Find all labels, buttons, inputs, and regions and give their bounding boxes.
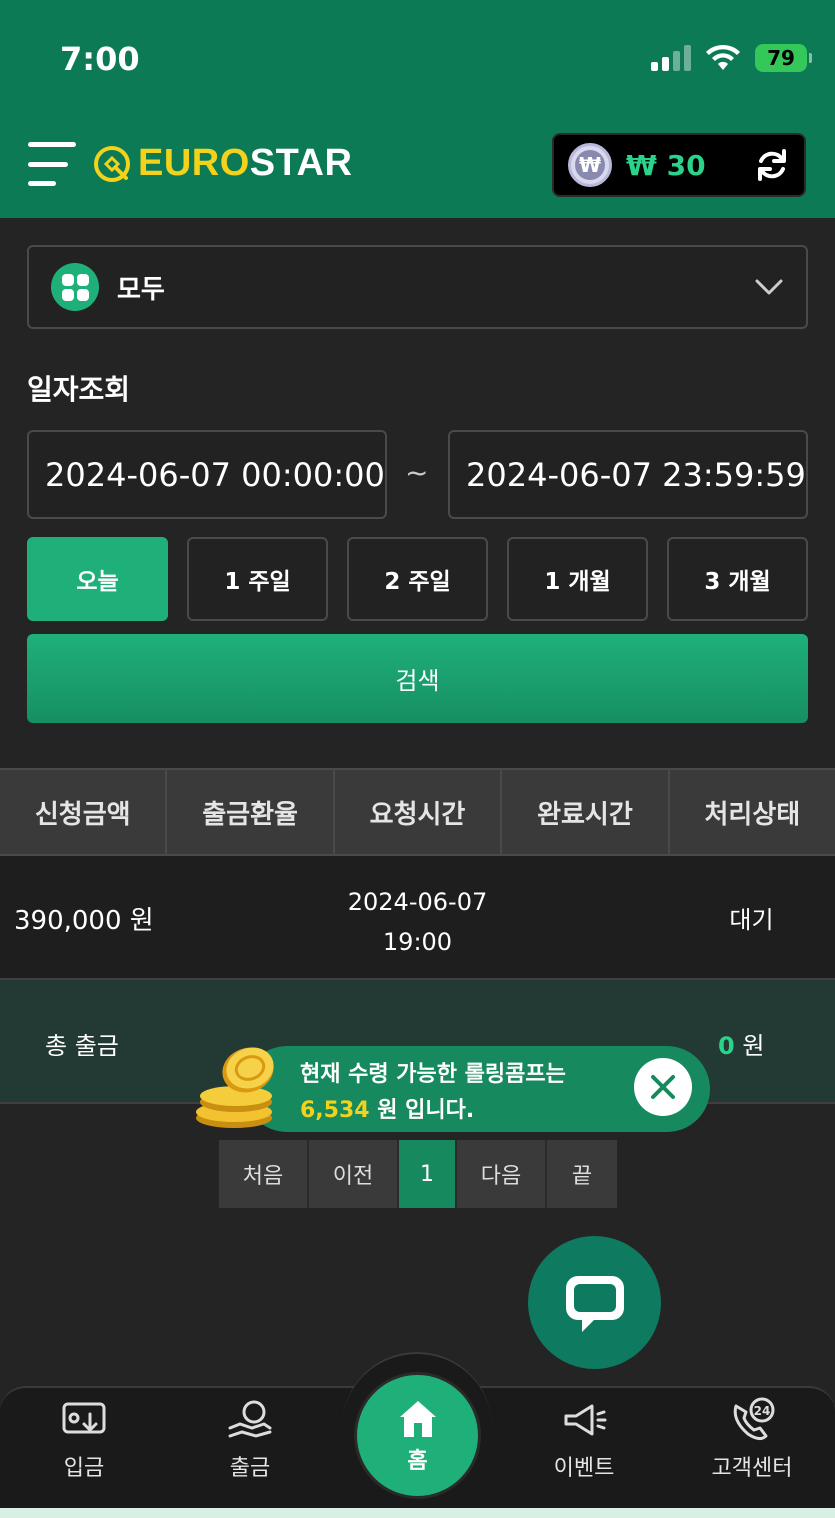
toast-message: 현재 수령 가능한 롤링콤프는 [300, 1062, 566, 1087]
gold-coins-icon [196, 1047, 274, 1128]
page-next-button[interactable]: 다음 [457, 1140, 547, 1208]
chevron-down-icon [755, 279, 783, 295]
wifi-icon [706, 44, 740, 70]
cell-amount: 390,000 원 [14, 906, 154, 936]
search-button[interactable]: 검색 [27, 634, 808, 723]
category-select[interactable]: 모두 [27, 245, 808, 329]
date-to-input[interactable]: 2024-06-07 23:59:59 [448, 430, 808, 519]
period-today-button[interactable]: 오늘 [27, 537, 168, 621]
refresh-icon[interactable] [754, 147, 790, 183]
nav-home[interactable]: 홈 [354, 1372, 481, 1499]
home-indicator [0, 1508, 835, 1518]
page-first-button[interactable]: 처음 [219, 1140, 309, 1208]
date-search-title: 일자조회 [27, 373, 131, 406]
deposit-icon [62, 1402, 106, 1434]
brand-logo[interactable]: EUROSTAR [92, 142, 352, 185]
page-last-button[interactable]: 끝 [547, 1140, 617, 1208]
column-header-status: 처리상태 [704, 799, 801, 830]
toast-close-button[interactable] [634, 1058, 692, 1116]
column-header-request-time: 요청시간 [335, 770, 503, 854]
nav-withdraw[interactable]: 출금 [180, 1396, 320, 1482]
status-indicators: 79 [651, 44, 812, 72]
status-time: 7:00 [60, 40, 140, 78]
cellular-signal-icon [651, 45, 691, 71]
rolling-comp-toast[interactable]: 현재 수령 가능한 롤링콤프는 6,534 원 입니다. [244, 1046, 710, 1132]
date-from-input[interactable]: 2024-06-07 00:00:00 [27, 430, 387, 519]
wallet-amount: ₩ 30 [626, 148, 706, 182]
app-header: 7:00 79 EUROSTAR ₩ ₩ 30 [0, 0, 835, 218]
cell-request-time: 2024-06-07 19:00 [347, 888, 488, 956]
category-select-value: 모두 [117, 274, 165, 305]
date-separator: ~ [405, 456, 429, 489]
column-header-complete-time: 완료시간 [502, 770, 670, 854]
nav-support[interactable]: 24 고객센터 [682, 1396, 822, 1482]
close-icon [651, 1075, 675, 1099]
support-24-icon: 24 [733, 1397, 775, 1441]
total-value: 0 원 [718, 1032, 765, 1060]
nav-event[interactable]: 이벤트 [514, 1396, 654, 1482]
column-header-amount: 신청금액 [0, 770, 168, 854]
cell-status: 대기 [729, 906, 774, 934]
withdraw-icon [228, 1400, 272, 1438]
period-2week-button[interactable]: 2 주일 [347, 537, 488, 621]
nav-deposit[interactable]: 입금 [14, 1396, 154, 1482]
won-coin-icon: ₩ [568, 143, 612, 187]
svg-text:24: 24 [754, 1404, 771, 1418]
toast-amount: 6,534 [300, 1098, 370, 1123]
battery-icon: 79 [755, 44, 812, 72]
wallet-balance[interactable]: ₩ ₩ 30 [552, 133, 806, 197]
pagination: 처음 이전 1 다음 끝 [219, 1140, 617, 1208]
logo-text-star: STAR [249, 142, 353, 184]
chat-bubble-icon [565, 1275, 624, 1332]
page-prev-button[interactable]: 이전 [309, 1140, 399, 1208]
period-1month-button[interactable]: 1 개월 [507, 537, 648, 621]
home-icon [399, 1400, 436, 1437]
logo-mark-icon [94, 145, 130, 182]
grid-icon [51, 263, 99, 311]
table-header: 신청금액 출금환율 요청시간 완료시간 처리상태 [0, 768, 835, 856]
megaphone-icon [564, 1404, 607, 1436]
column-header-rate: 출금환율 [167, 770, 335, 854]
period-1week-button[interactable]: 1 주일 [187, 537, 328, 621]
period-3month-button[interactable]: 3 개월 [667, 537, 808, 621]
logo-text-euro: EURO [138, 142, 250, 184]
chat-button[interactable] [528, 1236, 661, 1369]
menu-icon[interactable] [28, 140, 76, 188]
page-current-button[interactable]: 1 [399, 1140, 457, 1208]
toast-amount-line: 6,534 원 입니다. [300, 1098, 475, 1123]
total-label: 총 출금 [45, 1032, 119, 1060]
table-row: 390,000 원 2024-06-07 19:00 대기 [0, 856, 835, 980]
